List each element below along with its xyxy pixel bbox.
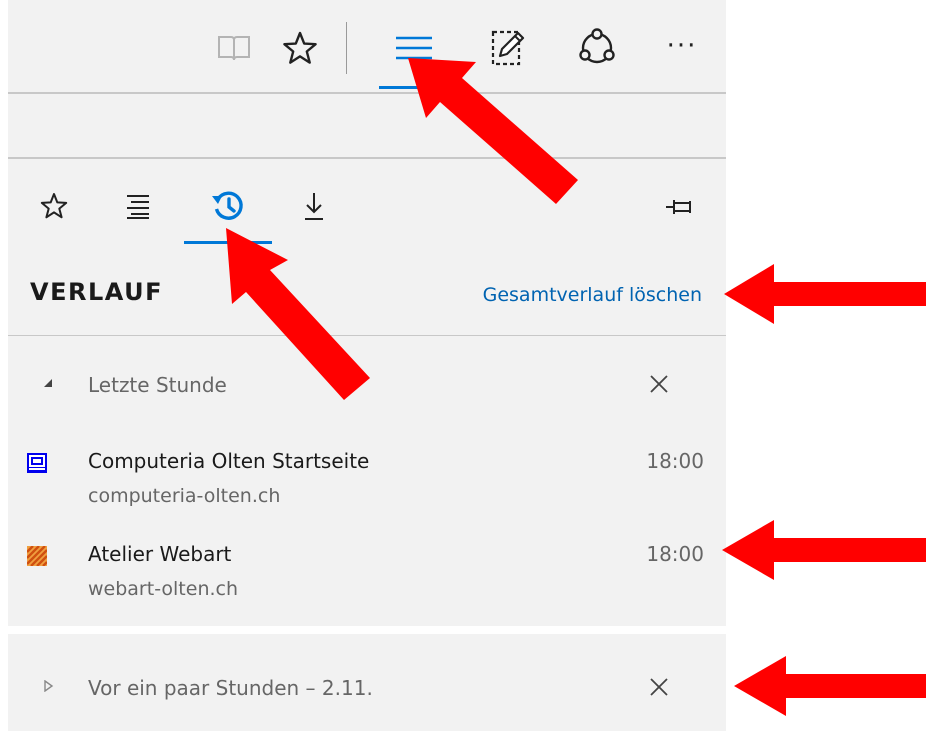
- favorites-star-icon: [40, 193, 68, 219]
- hub-top-separator: [8, 157, 726, 159]
- history-group-few-hours-ago[interactable]: Vor ein paar Stunden – 2.11.: [8, 661, 726, 715]
- history-item-title: Atelier Webart: [88, 542, 232, 566]
- share-icon: [579, 28, 615, 64]
- history-item-time: 18:00: [646, 542, 704, 566]
- hub-icon: [396, 36, 432, 60]
- group-label: Vor ein paar Stunden – 2.11.: [88, 676, 373, 700]
- pin-icon: [666, 200, 691, 214]
- webart-favicon-icon: [27, 546, 47, 566]
- web-note-button[interactable]: [480, 18, 536, 78]
- edge-hub-panel: ··· VERLAUF Gesamtverlauf löschen Letzte…: [8, 0, 726, 731]
- history-item-title: Computeria Olten Startseite: [88, 449, 370, 473]
- expanded-caret-icon: [42, 377, 54, 389]
- history-item[interactable]: Atelier Webart webart-olten.ch 18:00: [8, 542, 726, 622]
- history-tab-indicator: [184, 241, 272, 244]
- add-favorite-button[interactable]: [272, 18, 328, 78]
- more-button[interactable]: ···: [654, 18, 710, 78]
- history-item[interactable]: Computeria Olten Startseite computeria-o…: [8, 449, 726, 529]
- toolbar-separator: [8, 92, 726, 94]
- download-icon: [305, 193, 323, 220]
- history-item-url: webart-olten.ch: [88, 578, 239, 600]
- favorites-tab[interactable]: [30, 182, 78, 230]
- reading-view-icon: [218, 36, 250, 61]
- history-item-url: computeria-olten.ch: [88, 485, 281, 507]
- toolbar-divider: [346, 22, 347, 74]
- close-icon: [650, 678, 668, 696]
- computeria-favicon-icon: [27, 453, 47, 473]
- history-group-last-hour[interactable]: Letzte Stunde: [8, 358, 726, 412]
- collapsed-caret-icon: [42, 680, 54, 692]
- clear-history-link[interactable]: Gesamtverlauf löschen: [483, 284, 702, 306]
- reading-view-button[interactable]: [206, 18, 262, 78]
- hub-active-indicator: [379, 86, 447, 89]
- history-title: VERLAUF: [30, 278, 163, 306]
- hub-button[interactable]: [386, 18, 442, 78]
- history-clock-icon: [212, 191, 243, 220]
- group-gap: [8, 626, 726, 634]
- close-icon: [650, 375, 668, 393]
- reading-list-icon: [127, 195, 149, 219]
- favorite-star-icon: [283, 31, 317, 64]
- web-note-icon: [491, 30, 525, 66]
- downloads-tab[interactable]: [290, 182, 338, 230]
- screenshot-stage: ··· VERLAUF Gesamtverlauf löschen Letzte…: [0, 0, 930, 731]
- history-tab[interactable]: [204, 182, 252, 230]
- delete-group-button[interactable]: [644, 672, 674, 702]
- history-header-separator: [8, 335, 726, 336]
- delete-group-button[interactable]: [644, 369, 674, 399]
- browser-toolbar: ···: [8, 0, 726, 92]
- more-icon: ···: [666, 31, 698, 61]
- group-label: Letzte Stunde: [88, 373, 227, 397]
- share-button[interactable]: [569, 18, 625, 78]
- history-item-time: 18:00: [646, 449, 704, 473]
- pin-panel-button[interactable]: [663, 190, 697, 224]
- reading-list-tab[interactable]: [114, 182, 162, 230]
